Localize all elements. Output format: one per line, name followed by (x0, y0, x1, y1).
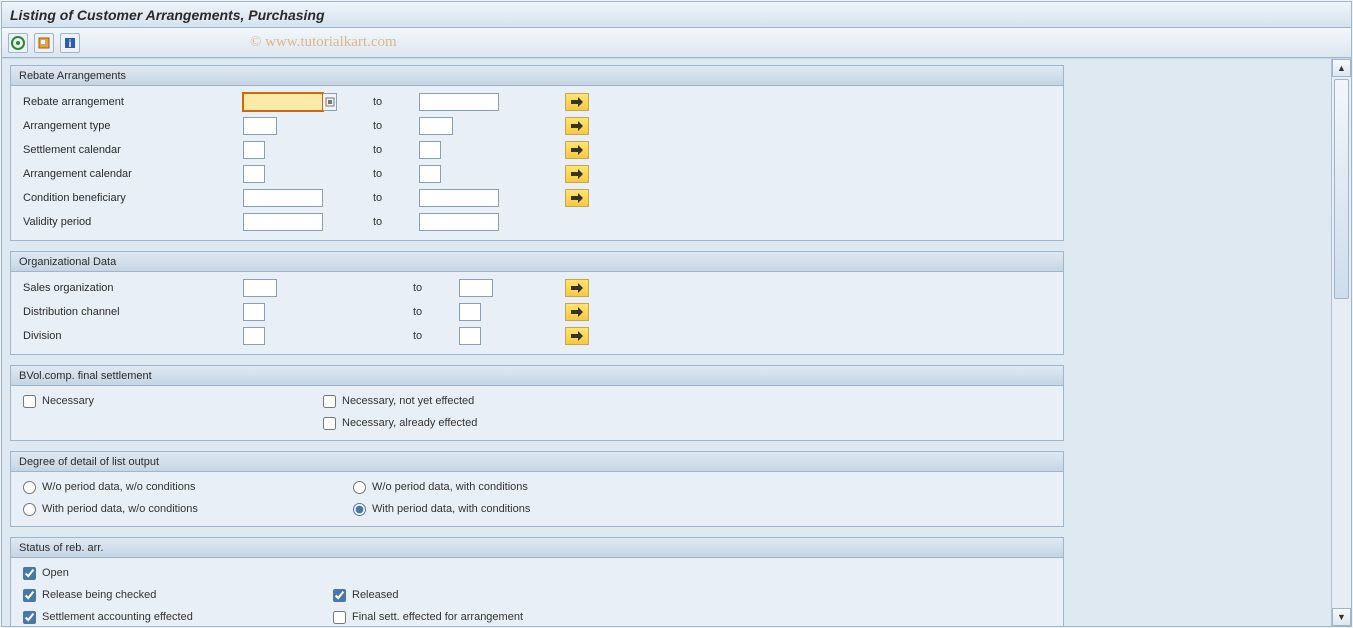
label-division: Division (17, 330, 243, 342)
input-settlement-calendar-from[interactable] (243, 141, 265, 159)
svg-text:i: i (69, 39, 72, 50)
label-final-settlement: Final sett. effected for arrangement (352, 611, 523, 623)
multiple-selection-button[interactable] (565, 117, 589, 135)
input-division-to[interactable] (459, 327, 481, 345)
checkbox-final-settlement[interactable] (333, 611, 346, 624)
label-released: Released (352, 589, 398, 601)
label-release-check: Release being checked (42, 589, 156, 601)
multiple-selection-button[interactable] (565, 303, 589, 321)
group-header-rebate: Rebate Arrangements (11, 66, 1063, 86)
group-rebate-arrangements: Rebate Arrangements Rebate arrangement t… (10, 65, 1064, 241)
input-settlement-calendar-to[interactable] (419, 141, 441, 159)
label-dist-channel: Distribution channel (17, 306, 243, 318)
scroll-up-button[interactable]: ▲ (1332, 59, 1351, 77)
scroll-thumb[interactable] (1334, 79, 1349, 299)
group-status-reb-arr: Status of reb. arr. Open Release being c… (10, 537, 1064, 626)
input-arrangement-calendar-from[interactable] (243, 165, 265, 183)
label-to: to (373, 168, 419, 180)
label-to: to (373, 216, 419, 228)
input-rebate-arrangement-from[interactable] (243, 93, 323, 111)
input-arrangement-calendar-to[interactable] (419, 165, 441, 183)
toolbar: i © www.tutorialkart.com (2, 28, 1351, 58)
scroll-down-button[interactable]: ▼ (1332, 608, 1351, 626)
checkbox-necessary[interactable] (23, 395, 36, 408)
radio-wo-period-wo-cond[interactable] (23, 481, 36, 494)
input-validity-period-to[interactable] (419, 213, 499, 231)
label-arrangement-type: Arrangement type (17, 120, 243, 132)
execute-button[interactable] (8, 33, 28, 53)
label-to: to (373, 96, 419, 108)
checkbox-release-checked[interactable] (23, 589, 36, 602)
page-title: Listing of Customer Arrangements, Purcha… (2, 2, 1351, 28)
label-rebate-arrangement: Rebate arrangement (17, 96, 243, 108)
group-header-bvol: BVol.comp. final settlement (11, 366, 1063, 386)
checkbox-open[interactable] (23, 567, 36, 580)
input-arrangement-type-from[interactable] (243, 117, 277, 135)
label-settlement-calendar: Settlement calendar (17, 144, 243, 156)
multiple-selection-button[interactable] (565, 327, 589, 345)
label-necessary: Necessary (42, 395, 94, 407)
group-degree-detail: Degree of detail of list output W/o peri… (10, 451, 1064, 527)
label-condition-beneficiary: Condition beneficiary (17, 192, 243, 204)
multiple-selection-button[interactable] (565, 93, 589, 111)
checkbox-settlement-accounting[interactable] (23, 611, 36, 624)
input-validity-period-from[interactable] (243, 213, 323, 231)
label-to: to (373, 192, 419, 204)
checkbox-released[interactable] (333, 589, 346, 602)
label-arrangement-calendar: Arrangement calendar (17, 168, 243, 180)
group-header-status: Status of reb. arr. (11, 538, 1063, 558)
label-to: to (413, 282, 459, 294)
label-to: to (413, 330, 459, 342)
multiple-selection-button[interactable] (565, 165, 589, 183)
label-sales-org: Sales organization (17, 282, 243, 294)
label-validity-period: Validity period (17, 216, 243, 228)
input-sales-org-from[interactable] (243, 279, 277, 297)
group-organizational-data: Organizational Data Sales organization t… (10, 251, 1064, 355)
input-dist-channel-to[interactable] (459, 303, 481, 321)
radio-wo-period-with-cond[interactable] (353, 481, 366, 494)
label-with-wo: With period data, w/o conditions (42, 503, 198, 515)
radio-with-period-wo-cond[interactable] (23, 503, 36, 516)
input-dist-channel-from[interactable] (243, 303, 265, 321)
group-bvol-comp: BVol.comp. final settlement Necessary Ne… (10, 365, 1064, 441)
checkbox-necessary-already[interactable] (323, 417, 336, 430)
vertical-scrollbar[interactable]: ▲ ▼ (1331, 59, 1351, 626)
group-header-org: Organizational Data (11, 252, 1063, 272)
f4-help-icon[interactable] (323, 93, 337, 111)
multiple-selection-button[interactable] (565, 141, 589, 159)
multiple-selection-button[interactable] (565, 189, 589, 207)
watermark: © www.tutorialkart.com (250, 34, 397, 51)
input-arrangement-type-to[interactable] (419, 117, 453, 135)
group-header-detail: Degree of detail of list output (11, 452, 1063, 472)
input-condition-beneficiary-from[interactable] (243, 189, 323, 207)
label-settlement-accounting: Settlement accounting effected (42, 611, 193, 623)
label-to: to (413, 306, 459, 318)
multiple-selection-button[interactable] (565, 279, 589, 297)
label-wo-with: W/o period data, with conditions (372, 481, 528, 493)
label-necessary-already: Necessary, already effected (342, 417, 477, 429)
scroll-track[interactable] (1332, 77, 1351, 608)
input-division-from[interactable] (243, 327, 265, 345)
input-condition-beneficiary-to[interactable] (419, 189, 499, 207)
get-variant-button[interactable] (34, 33, 54, 53)
input-sales-org-to[interactable] (459, 279, 493, 297)
checkbox-necessary-not-yet[interactable] (323, 395, 336, 408)
input-rebate-arrangement-to[interactable] (419, 93, 499, 111)
label-wo-wo: W/o period data, w/o conditions (42, 481, 195, 493)
info-button[interactable]: i (60, 33, 80, 53)
label-with-with: With period data, with conditions (372, 503, 530, 515)
label-to: to (373, 120, 419, 132)
label-open: Open (42, 567, 69, 579)
label-necessary-not-yet: Necessary, not yet effected (342, 395, 474, 407)
label-to: to (373, 144, 419, 156)
radio-with-period-with-cond[interactable] (353, 503, 366, 516)
